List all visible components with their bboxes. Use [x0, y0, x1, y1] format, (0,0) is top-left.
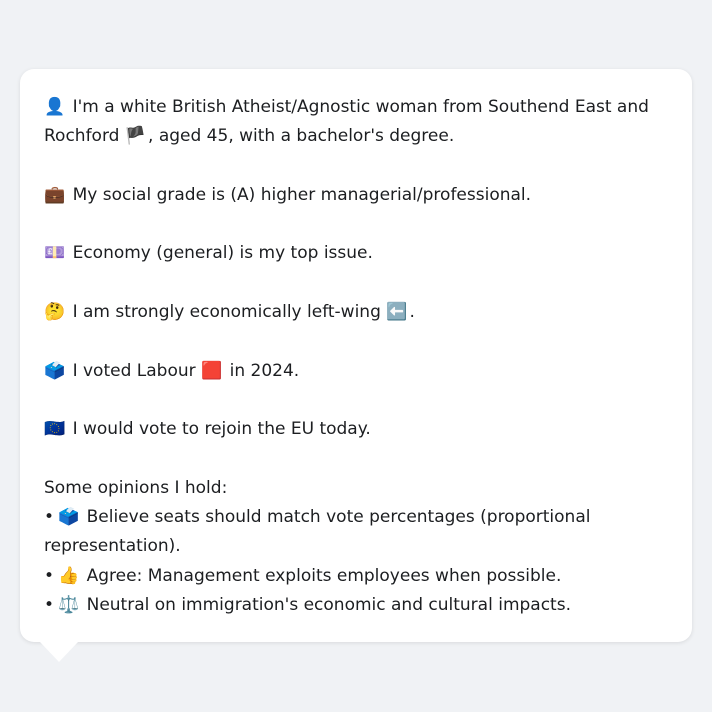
ballot-box-icon: 🗳️	[44, 360, 66, 381]
top-issue-line: 💷 Economy (general) is my top issue.	[44, 239, 668, 268]
message-bubble: 👤 I'm a white British Atheist/Agnostic w…	[20, 69, 692, 642]
eu-line: 🇪🇺 I would vote to rejoin the EU today.	[44, 415, 668, 444]
bullet: •	[44, 507, 55, 528]
economic-position-end: .	[409, 302, 415, 323]
eu-text: I would vote to rejoin the EU today.	[72, 419, 371, 440]
identity-text-end: , aged 45, with a bachelor's degree.	[148, 126, 455, 147]
thinking-face-icon: 🤔	[44, 302, 66, 323]
social-grade-line: 💼 My social grade is (A) higher manageri…	[44, 181, 668, 210]
briefcase-icon: 💼	[44, 184, 66, 205]
vote-2024-text: I voted Labour	[72, 360, 196, 381]
economic-position-text: I am strongly economically left-wing	[72, 302, 381, 323]
identity-line: 👤 I'm a white British Atheist/Agnostic w…	[44, 93, 668, 152]
red-square-icon: 🟥	[201, 360, 223, 381]
social-grade-text: My social grade is (A) higher managerial…	[72, 184, 532, 205]
england-flag-icon: 🏴	[124, 126, 147, 147]
bubble-tail	[40, 642, 78, 662]
opinion-text: Agree: Management exploits employees whe…	[86, 565, 562, 586]
opinion-item: • 🗳️ Believe seats should match vote perc…	[44, 503, 668, 562]
left-arrow-icon: ⬅️	[386, 302, 408, 323]
opinion-item: • ⚖️ Neutral on immigration's economic an…	[44, 591, 668, 620]
bullet: •	[44, 565, 55, 586]
opinion-text: Believe seats should match vote percenta…	[44, 507, 591, 557]
opinion-item: • 👍 Agree: Management exploits employees …	[44, 562, 668, 591]
top-issue-text: Economy (general) is my top issue.	[72, 243, 373, 264]
economic-position-line: 🤔 I am strongly economically left-wing ⬅…	[44, 298, 668, 327]
opinions-heading: Some opinions I hold:	[44, 477, 228, 498]
pound-banknote-icon: 💷	[44, 243, 66, 264]
thumbs-up-icon: 👍	[58, 565, 80, 586]
bullet: •	[44, 595, 55, 616]
scales-icon: ⚖️	[58, 595, 80, 616]
eu-flag-icon: 🇪🇺	[44, 419, 66, 440]
opinion-text: Neutral on immigration's economic and cu…	[86, 595, 571, 616]
vote-2024-end: in 2024.	[229, 360, 300, 381]
person-icon: 👤	[44, 97, 66, 117]
vote-2024-line: 🗳️ I voted Labour 🟥 in 2024.	[44, 357, 668, 386]
ballot-box-icon: 🗳️	[58, 507, 80, 528]
